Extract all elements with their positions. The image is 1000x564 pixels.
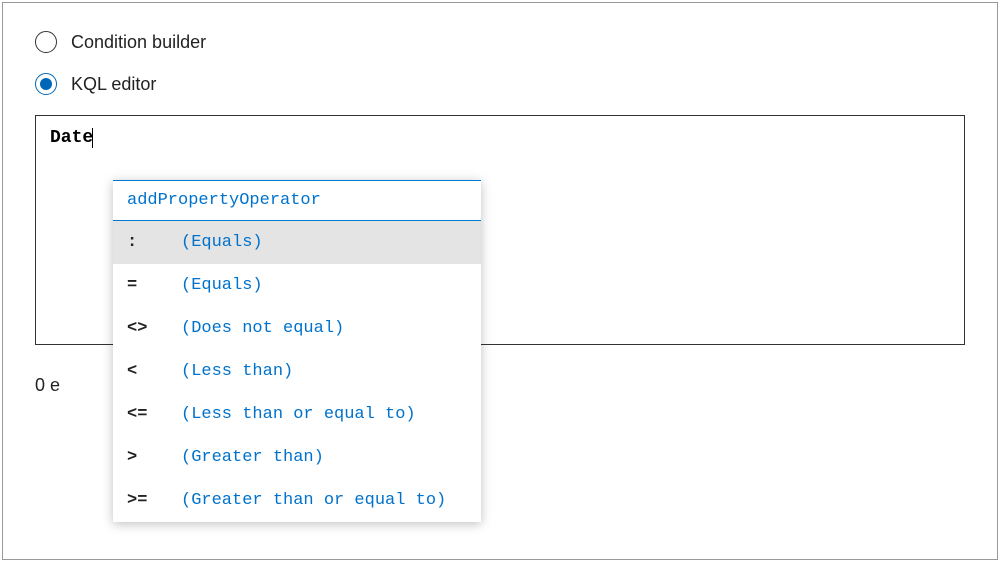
autocomplete-popup: addPropertyOperator : (Equals) = (Equals… bbox=[113, 180, 481, 522]
operator-symbol: < bbox=[127, 362, 181, 381]
operator-description: (Equals) bbox=[181, 276, 263, 295]
operator-description: (Less than or equal to) bbox=[181, 405, 416, 424]
operator-symbol: <= bbox=[127, 405, 181, 424]
operator-description: (Greater than or equal to) bbox=[181, 491, 446, 510]
radio-kql-editor[interactable]: KQL editor bbox=[35, 73, 965, 95]
editor-mode-radio-group: Condition builder KQL editor bbox=[35, 31, 965, 95]
autocomplete-item-not-equal[interactable]: <> (Does not equal) bbox=[113, 307, 481, 350]
radio-selected-dot-icon bbox=[40, 78, 52, 90]
radio-icon bbox=[35, 31, 57, 53]
operator-symbol: <> bbox=[127, 319, 181, 338]
autocomplete-item-colon-equals[interactable]: : (Equals) bbox=[113, 221, 481, 264]
radio-label: Condition builder bbox=[71, 32, 206, 53]
dialog-frame: Condition builder KQL editor Date 0 e ad… bbox=[2, 2, 998, 560]
autocomplete-item-greater-than-or-equal[interactable]: >= (Greater than or equal to) bbox=[113, 479, 481, 522]
autocomplete-item-greater-than[interactable]: > (Greater than) bbox=[113, 436, 481, 479]
autocomplete-header: addPropertyOperator bbox=[113, 181, 481, 221]
radio-icon bbox=[35, 73, 57, 95]
operator-description: (Equals) bbox=[181, 233, 263, 252]
operator-symbol: > bbox=[127, 448, 181, 467]
operator-symbol: >= bbox=[127, 491, 181, 510]
radio-condition-builder[interactable]: Condition builder bbox=[35, 31, 965, 53]
operator-description: (Greater than) bbox=[181, 448, 324, 467]
operator-description: (Less than) bbox=[181, 362, 293, 381]
operator-description: (Does not equal) bbox=[181, 319, 344, 338]
radio-label: KQL editor bbox=[71, 74, 156, 95]
autocomplete-item-equals[interactable]: = (Equals) bbox=[113, 264, 481, 307]
operator-symbol: = bbox=[127, 276, 181, 295]
autocomplete-item-less-than-or-equal[interactable]: <= (Less than or equal to) bbox=[113, 393, 481, 436]
autocomplete-item-less-than[interactable]: < (Less than) bbox=[113, 350, 481, 393]
operator-symbol: : bbox=[127, 233, 181, 252]
editor-text: Date bbox=[50, 128, 93, 148]
